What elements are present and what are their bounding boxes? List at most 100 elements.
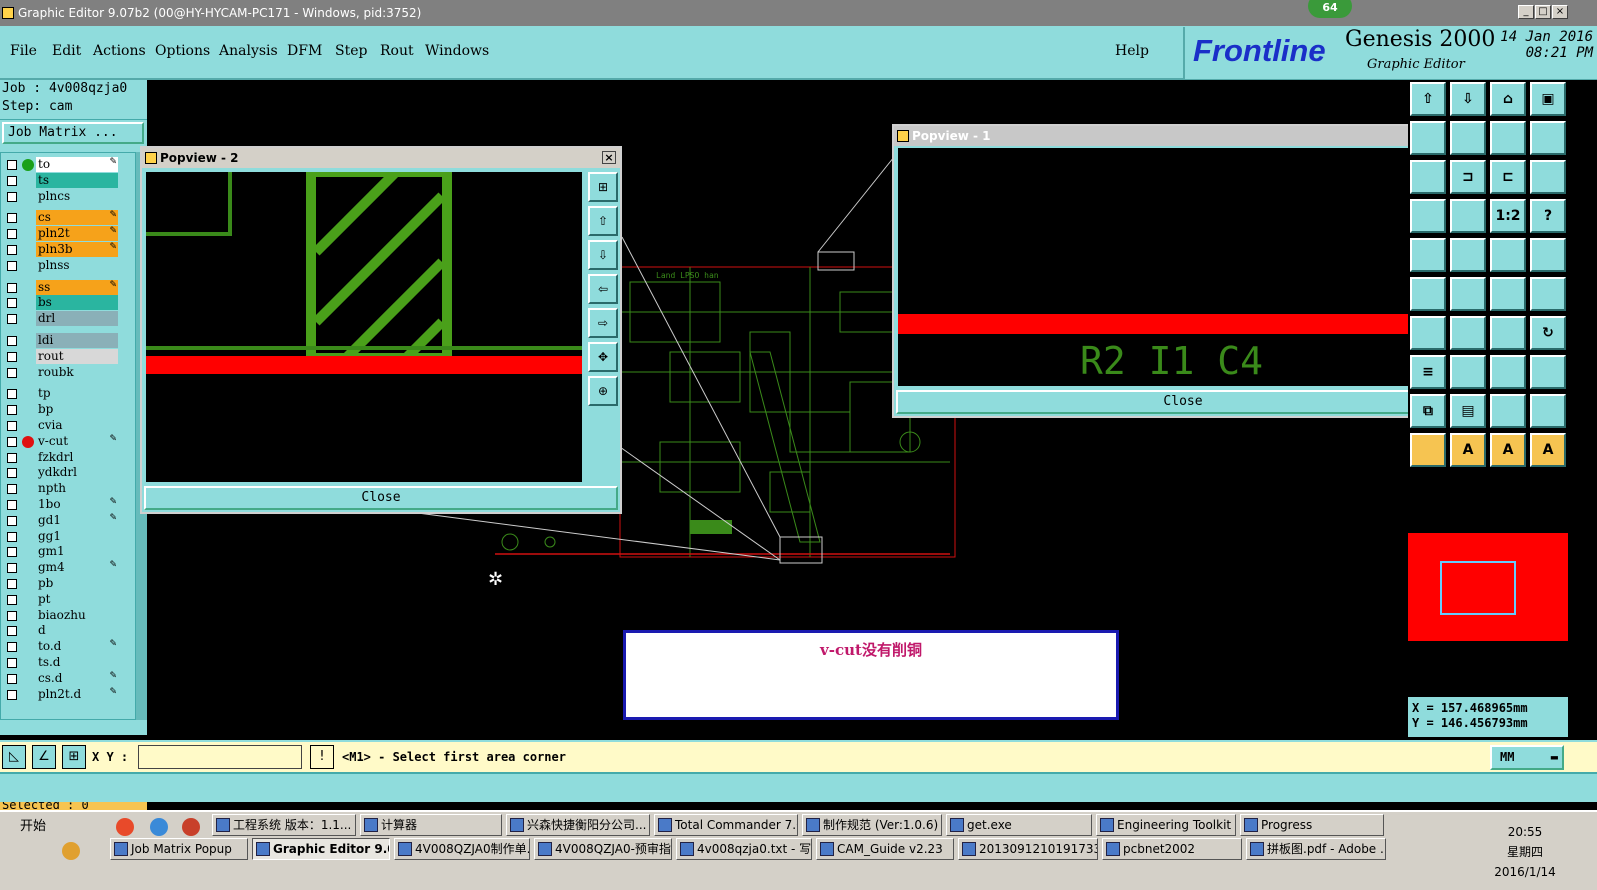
- system-clock[interactable]: 20:55 星期四 2016/1/14: [1490, 822, 1560, 882]
- layer-name[interactable]: cs.d: [36, 670, 118, 686]
- layer-checkbox[interactable]: [7, 468, 17, 479]
- menu-file[interactable]: File: [10, 43, 37, 59]
- taskbar-item[interactable]: 4V008QZJA0-预审指...: [534, 838, 672, 860]
- taskbar-item[interactable]: 4v008qzja0.txt - 写...: [676, 838, 812, 860]
- minimize-button[interactable]: _: [1518, 5, 1534, 19]
- layer-name[interactable]: to: [36, 157, 118, 172]
- layer-row-1bo[interactable]: 1bo ✎: [1, 497, 121, 512]
- layer-name[interactable]: ldi: [36, 333, 118, 348]
- taskbar-item[interactable]: 工程系统 版本：1.1...: [212, 814, 356, 836]
- layer-row-ts.d[interactable]: ts.d: [1, 655, 121, 670]
- tool-button-19[interactable]: [1530, 238, 1566, 272]
- tool-button-37[interactable]: A: [1450, 433, 1486, 467]
- layer-row-d[interactable]: d: [1, 623, 121, 639]
- popview-1-close-button[interactable]: Close: [896, 390, 1470, 414]
- ie-icon[interactable]: [150, 818, 168, 836]
- grid-icon[interactable]: ⊞: [62, 745, 86, 769]
- layer-checkbox[interactable]: [7, 421, 17, 431]
- layer-name[interactable]: 1bo: [36, 497, 118, 512]
- layer-row-npth[interactable]: npth: [1, 481, 121, 497]
- layer-row-cs.d[interactable]: cs.d ✎: [1, 670, 121, 686]
- taskbar-item[interactable]: Graphic Editor 9.07...: [252, 838, 390, 860]
- layer-row-pb[interactable]: pb: [1, 576, 121, 591]
- popview-2-fit-button[interactable]: ✥: [588, 342, 618, 372]
- units-select[interactable]: MM ▬: [1490, 745, 1564, 770]
- tool-button-7[interactable]: [1530, 121, 1566, 155]
- layer-checkbox[interactable]: [7, 626, 17, 637]
- taskbar-item[interactable]: 制作规范 (Ver:1.0.6): [802, 814, 942, 836]
- start-button[interactable]: 开始: [2, 816, 52, 838]
- popview-2-right-button[interactable]: ⇨: [588, 308, 618, 338]
- layer-row-pln2t.d[interactable]: pln2t.d ✎: [1, 686, 121, 702]
- popview-2-up-button[interactable]: ⇧: [588, 206, 618, 236]
- layer-row-ydkdrl[interactable]: ydkdrl: [1, 465, 121, 481]
- layer-name[interactable]: d: [36, 623, 118, 639]
- popview-2-close-x[interactable]: ×: [602, 151, 616, 164]
- layer-row-pln3b[interactable]: pln3b ✎: [1, 242, 121, 257]
- layer-name[interactable]: pln2t: [36, 226, 118, 242]
- layer-row-biaozhu[interactable]: biaozhu: [1, 607, 121, 623]
- tool-button-36[interactable]: [1410, 433, 1446, 467]
- menu-dfm[interactable]: DFM: [287, 43, 322, 59]
- layer-row-tp[interactable]: tp: [1, 386, 121, 402]
- layer-name[interactable]: ss: [36, 279, 118, 295]
- job-matrix-button[interactable]: Job Matrix ...: [2, 122, 144, 144]
- tool-button-33[interactable]: ▤: [1450, 394, 1486, 428]
- taskbar-item[interactable]: 20130912101917336...: [958, 838, 1098, 860]
- layer-checkbox[interactable]: [7, 673, 17, 684]
- popview-2-pan-button[interactable]: ⊕: [588, 376, 618, 406]
- tool-button-4[interactable]: [1410, 121, 1446, 155]
- tool-button-16[interactable]: [1410, 238, 1446, 272]
- menu-options[interactable]: Options: [155, 43, 210, 59]
- tool-button-11[interactable]: [1530, 160, 1566, 194]
- popview-2-down-button[interactable]: ⇩: [588, 240, 618, 270]
- layer-name[interactable]: gm1: [36, 544, 118, 560]
- popview-2-zoom-button[interactable]: ⊞: [588, 172, 618, 202]
- layer-checkbox[interactable]: [7, 436, 17, 447]
- layer-row-cs[interactable]: cs ✎: [1, 210, 121, 226]
- tool-button-21[interactable]: [1450, 277, 1486, 311]
- tool-button-10[interactable]: ⊏: [1490, 160, 1526, 194]
- layer-checkbox[interactable]: [7, 689, 17, 700]
- layer-name[interactable]: pln3b: [36, 242, 118, 257]
- layer-checkbox[interactable]: [7, 563, 17, 574]
- layer-name[interactable]: ts.d: [36, 655, 118, 670]
- tool-button-2[interactable]: ⌂: [1490, 82, 1526, 116]
- layer-checkbox[interactable]: [7, 191, 17, 202]
- tool-button-23[interactable]: [1530, 277, 1566, 311]
- layer-checkbox[interactable]: [7, 389, 17, 400]
- layer-name[interactable]: fzkdrl: [36, 449, 118, 465]
- layer-name[interactable]: ts: [36, 172, 118, 188]
- layer-row-cvia[interactable]: cvia: [1, 418, 121, 433]
- layer-checkbox[interactable]: [7, 367, 17, 378]
- layer-row-gm1[interactable]: gm1: [1, 544, 121, 560]
- layer-checkbox[interactable]: [7, 594, 17, 605]
- tool-button-0[interactable]: ⇧: [1410, 82, 1446, 116]
- layer-checkbox[interactable]: [7, 213, 17, 224]
- menu-rout[interactable]: Rout: [380, 43, 414, 59]
- layer-row-rout[interactable]: rout: [1, 348, 121, 364]
- layer-name[interactable]: ydkdrl: [36, 465, 118, 481]
- layer-row-roubk[interactable]: roubk: [1, 364, 121, 380]
- tool-button-15[interactable]: ?: [1530, 199, 1566, 233]
- layer-checkbox[interactable]: [7, 260, 17, 271]
- layer-name[interactable]: gd1: [36, 512, 118, 528]
- tool-button-6[interactable]: [1490, 121, 1526, 155]
- layer-row-gd1[interactable]: gd1 ✎: [1, 512, 121, 528]
- tool-button-27[interactable]: ↻: [1530, 316, 1566, 350]
- popview-2-left-button[interactable]: ⇦: [588, 274, 618, 304]
- tool-button-13[interactable]: [1450, 199, 1486, 233]
- close-window-button[interactable]: ×: [1552, 5, 1568, 19]
- tool-button-3[interactable]: ▣: [1530, 82, 1566, 116]
- layer-name[interactable]: pln2t.d: [36, 686, 118, 702]
- layer-checkbox[interactable]: [7, 515, 17, 526]
- tool-button-35[interactable]: [1530, 394, 1566, 428]
- xy-input[interactable]: [138, 745, 302, 769]
- tool-button-26[interactable]: [1490, 316, 1526, 350]
- taskbar-item[interactable]: get.exe: [946, 814, 1092, 836]
- taskbar-item[interactable]: 4V008QZJA0制作单....: [394, 838, 530, 860]
- layer-name[interactable]: cvia: [36, 418, 118, 433]
- layer-name[interactable]: plnss: [36, 257, 118, 273]
- layer-name[interactable]: tp: [36, 386, 118, 402]
- overview-viewport[interactable]: [1440, 561, 1516, 615]
